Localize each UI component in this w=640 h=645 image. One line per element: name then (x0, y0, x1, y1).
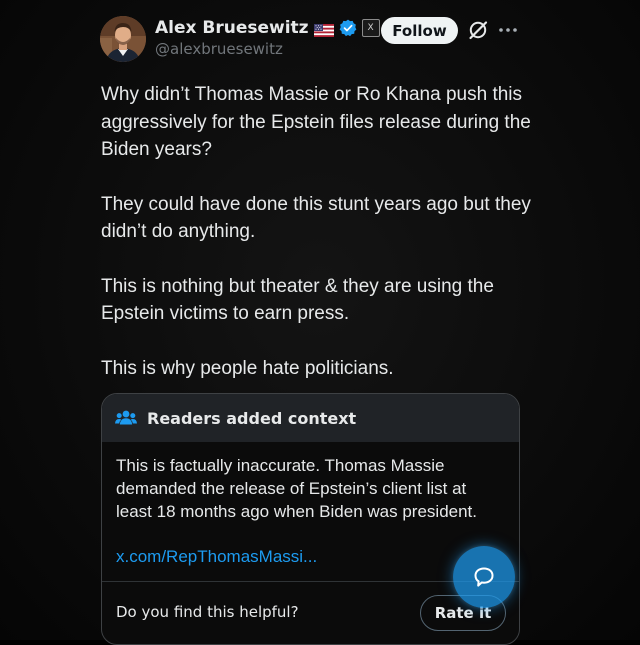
chat-bubble-icon (474, 567, 494, 587)
community-note-body: This is factually inaccurate. Thomas Mas… (102, 442, 519, 568)
community-note-text: This is factually inaccurate. Thomas Mas… (116, 456, 478, 521)
tweet-paragraph: Why didn’t Thomas Massie or Ro Khana pus… (101, 84, 531, 160)
us-flag-icon (313, 22, 334, 37)
author-display-name[interactable]: Alex Bruesewitz (155, 18, 309, 38)
chat-fab-button[interactable] (453, 546, 515, 608)
community-note-header: Readers added context (102, 394, 519, 442)
community-note-title: Readers added context (147, 408, 357, 428)
tweet-text: Why didn’t Thomas Massie or Ro Khana pus… (101, 81, 531, 409)
tweet-screenshot: Alex Bruesewitz X @alexbruesewitz Follow… (0, 0, 640, 645)
author-handle[interactable]: @alexbruesewitz (155, 40, 283, 58)
follow-button[interactable]: Follow (381, 17, 458, 44)
readers-group-icon (115, 409, 137, 427)
verified-badge-icon[interactable] (339, 19, 357, 37)
tweet-paragraph: This is nothing but theater & they are u… (101, 275, 494, 325)
author-name-row: Alex Bruesewitz X (155, 16, 380, 40)
community-note-link[interactable]: x.com/RepThomasMassi... (116, 545, 505, 568)
avatar-photo (100, 16, 146, 62)
tweet-paragraph: They could have done this stunt years ag… (101, 193, 531, 243)
tweet-paragraph: This is why people hate politicians. (101, 357, 394, 379)
more-icon[interactable] (498, 22, 518, 38)
grok-icon[interactable] (467, 19, 489, 41)
affiliate-badge-icon[interactable]: X (361, 19, 380, 37)
community-note-card: Readers added context This is factually … (101, 393, 520, 645)
avatar[interactable] (100, 16, 146, 62)
helpful-question: Do you find this helpful? (116, 603, 299, 621)
